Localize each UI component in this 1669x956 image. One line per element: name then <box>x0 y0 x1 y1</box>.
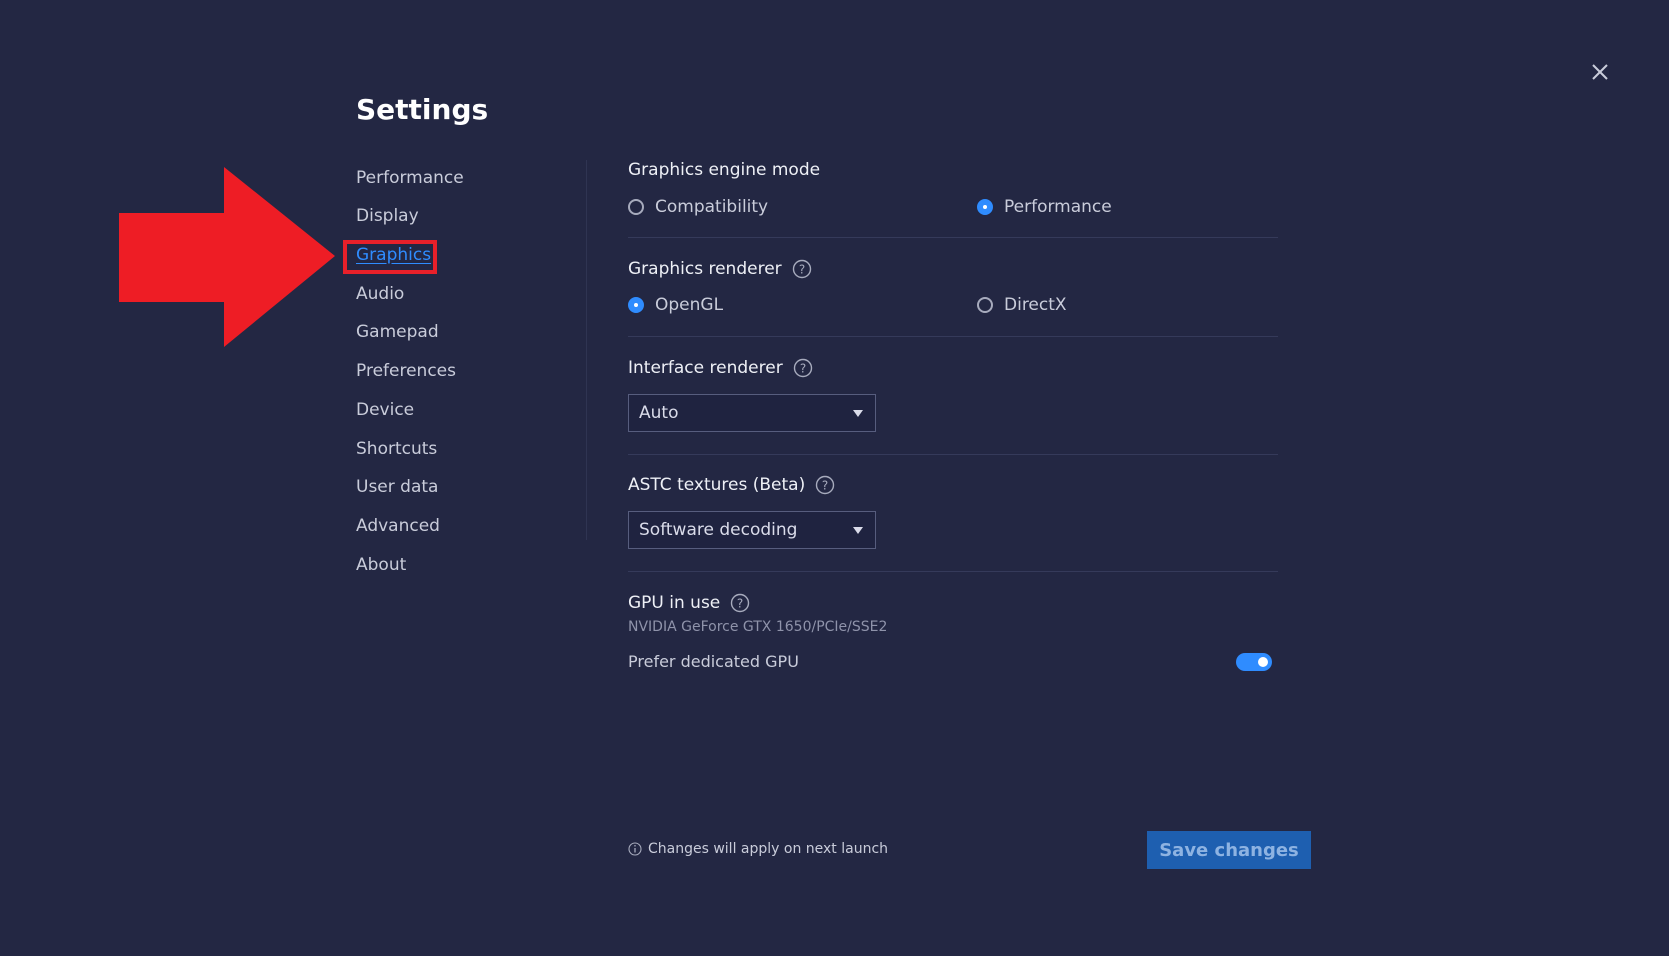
radio-performance-label: Performance <box>1004 197 1112 217</box>
radio-circle-icon <box>628 199 644 215</box>
svg-text:?: ? <box>798 263 804 277</box>
astc-select[interactable]: Software decoding <box>628 511 876 549</box>
sidebar-item-audio[interactable]: Audio <box>356 282 404 306</box>
section-divider <box>628 237 1278 238</box>
toggle-knob <box>1258 657 1268 667</box>
radio-opengl-label: OpenGL <box>655 295 724 315</box>
red-arrow-icon <box>119 167 335 347</box>
question-circle-icon[interactable]: ? <box>792 259 812 279</box>
sidebar-item-user-data[interactable]: User data <box>356 475 438 499</box>
sidebar-item-device[interactable]: Device <box>356 398 414 422</box>
sidebar-item-about[interactable]: About <box>356 553 406 577</box>
sidebar-item-display[interactable]: Display <box>356 204 419 228</box>
info-icon <box>628 842 642 856</box>
question-circle-icon[interactable]: ? <box>730 593 750 613</box>
engine-mode-title: Graphics engine mode <box>628 158 820 182</box>
chevron-down-icon <box>853 409 863 417</box>
prefer-dedicated-gpu-toggle[interactable] <box>1236 653 1272 671</box>
radio-directx-label: DirectX <box>1004 295 1067 315</box>
renderer-title: Graphics renderer ? <box>628 257 812 281</box>
close-icon[interactable] <box>1584 56 1616 88</box>
interface-renderer-title: Interface renderer ? <box>628 356 813 380</box>
gpu-name: NVIDIA GeForce GTX 1650/PCIe/SSE2 <box>628 619 888 635</box>
radio-performance[interactable]: Performance <box>977 195 1112 219</box>
question-circle-icon[interactable]: ? <box>815 475 835 495</box>
svg-text:?: ? <box>822 479 828 493</box>
radio-selected-icon <box>628 297 644 313</box>
radio-compatibility[interactable]: Compatibility <box>628 195 768 219</box>
sidebar-divider <box>586 160 587 540</box>
radio-circle-icon <box>977 297 993 313</box>
sidebar-item-performance[interactable]: Performance <box>356 166 464 190</box>
astc-value: Software decoding <box>639 520 798 540</box>
engine-mode-title-label: Graphics engine mode <box>628 160 821 180</box>
sidebar-item-gamepad[interactable]: Gamepad <box>356 320 439 344</box>
footer-note-text: Changes will apply on next launch <box>648 841 889 857</box>
section-divider <box>628 571 1278 572</box>
astc-title-label: ASTC textures (Beta) <box>628 475 806 495</box>
section-divider <box>628 336 1278 337</box>
page-title: Settings <box>356 93 489 126</box>
interface-renderer-select[interactable]: Auto <box>628 394 876 432</box>
chevron-down-icon <box>853 526 863 534</box>
gpu-title-label: GPU in use <box>628 593 721 613</box>
radio-opengl[interactable]: OpenGL <box>628 293 723 317</box>
question-circle-icon[interactable]: ? <box>793 358 813 378</box>
footer-note: Changes will apply on next launch <box>628 839 888 859</box>
sidebar-item-shortcuts[interactable]: Shortcuts <box>356 437 437 461</box>
renderer-title-label: Graphics renderer <box>628 259 782 279</box>
section-divider <box>628 454 1278 455</box>
settings-window: Settings Performance Display Graphics Au… <box>0 0 1669 956</box>
gpu-title: GPU in use ? <box>628 591 750 615</box>
svg-text:?: ? <box>800 362 806 376</box>
prefer-dedicated-gpu-label: Prefer dedicated GPU <box>628 652 799 671</box>
interface-renderer-value: Auto <box>639 403 679 423</box>
radio-directx[interactable]: DirectX <box>977 293 1067 317</box>
save-changes-button[interactable]: Save changes <box>1147 831 1311 869</box>
sidebar-item-advanced[interactable]: Advanced <box>356 514 440 538</box>
astc-title: ASTC textures (Beta) ? <box>628 473 835 497</box>
interface-renderer-title-label: Interface renderer <box>628 358 783 378</box>
sidebar-item-preferences[interactable]: Preferences <box>356 359 456 383</box>
highlight-box <box>343 240 437 274</box>
radio-compatibility-label: Compatibility <box>655 197 769 217</box>
radio-selected-icon <box>977 199 993 215</box>
svg-text:?: ? <box>737 597 743 611</box>
